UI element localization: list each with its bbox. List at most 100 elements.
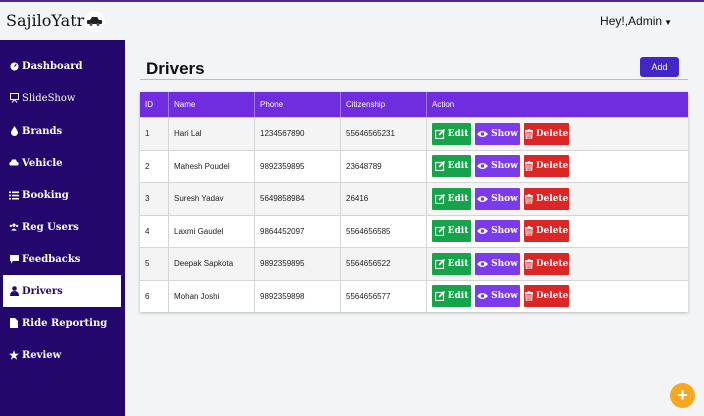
cell-actions: Edit Show Delete — [427, 281, 688, 313]
show-button[interactable]: Show — [475, 285, 520, 308]
cell-actions: Edit Show Delete — [427, 183, 688, 215]
delete-button[interactable]: Delete — [524, 285, 569, 308]
cell-id: 5 — [140, 248, 169, 280]
cell-actions: Edit Show Delete — [427, 118, 688, 150]
edit-button[interactable]: Edit — [432, 285, 471, 308]
trash-icon — [524, 128, 533, 139]
cell-phone: 9892359895 — [255, 150, 341, 182]
sidebar-item-brands[interactable]: Brands — [3, 115, 121, 147]
user-menu[interactable]: Hey!,Admin ▼ — [600, 14, 672, 28]
eye-icon — [477, 195, 489, 203]
cell-citizenship: 5564656585 — [341, 215, 427, 247]
show-button[interactable]: Show — [475, 122, 520, 145]
cell-phone: 9864452097 — [255, 215, 341, 247]
cell-actions: Edit Show Delete — [427, 248, 688, 280]
column-header-citizenship: Citizenship — [341, 92, 427, 117]
column-header-name: Name — [169, 92, 255, 117]
floating-add-button[interactable]: + — [670, 383, 695, 408]
show-label: Show — [491, 291, 518, 302]
edit-label: Edit — [447, 161, 469, 172]
cell-phone: 9892359895 — [255, 248, 341, 280]
car-logo-icon — [84, 11, 105, 32]
car-icon — [9, 159, 19, 167]
show-label: Show — [491, 226, 518, 237]
eye-icon — [477, 227, 489, 235]
sidebar-item-reg-users[interactable]: Reg Users — [3, 211, 121, 243]
edit-icon — [434, 291, 445, 302]
column-header-action: Action — [432, 100, 455, 109]
edit-icon — [434, 193, 445, 204]
edit-button[interactable]: Edit — [432, 220, 471, 243]
cell-citizenship: 5564656577 — [341, 280, 427, 312]
table-row: 6 Mohan Joshi 9892359898 5564656577 Edit Show… — [140, 279, 688, 313]
show-label: Show — [491, 258, 518, 269]
edit-label: Edit — [447, 128, 469, 139]
show-button[interactable]: Show — [475, 252, 520, 275]
delete-button[interactable]: Delete — [524, 252, 569, 275]
sidebar-item-ride-reporting[interactable]: Ride Reporting — [3, 307, 121, 339]
cell-citizenship: 23648789 — [341, 150, 427, 182]
delete-label: Delete — [535, 258, 569, 269]
user-icon — [9, 286, 19, 296]
edit-label: Edit — [447, 193, 469, 204]
drivers-table: ID Name Phone Citizenship Action 1 Hari L… — [140, 92, 688, 312]
comment-icon — [9, 254, 19, 264]
eye-icon — [477, 162, 489, 170]
sidebar-item-label: SlideShow — [22, 92, 76, 104]
delete-button[interactable]: Delete — [524, 122, 569, 145]
show-button[interactable]: Show — [475, 155, 520, 178]
cell-name: Laxmi Gaudel — [169, 215, 255, 247]
sidebar-item-vehicle[interactable]: Vehicle — [3, 147, 121, 179]
cell-actions: Edit Show Delete — [427, 151, 688, 183]
sidebar-item-label: Reg Users — [22, 221, 79, 233]
cell-id: 1 — [140, 118, 169, 150]
sidebar-item-review[interactable]: Review — [3, 339, 121, 371]
table-row: 2 Mahesh Poudel 9892359895 23648789 Edit Show… — [140, 149, 688, 183]
show-button[interactable]: Show — [475, 187, 520, 210]
edit-icon — [434, 161, 445, 172]
eye-icon — [477, 260, 489, 268]
eye-icon — [477, 130, 489, 138]
sidebar-item-drivers[interactable]: Drivers — [3, 275, 121, 307]
sidebar: Dashboard SlideShow Brands Vehicle Booki… — [0, 40, 125, 416]
edit-button[interactable]: Edit — [432, 187, 471, 210]
edit-button[interactable]: Edit — [432, 122, 471, 145]
edit-button[interactable]: Edit — [432, 155, 471, 178]
sidebar-item-label: Feedbacks — [22, 253, 81, 265]
cell-name: Hari Lal — [169, 118, 255, 150]
delete-button[interactable]: Delete — [524, 187, 569, 210]
star-icon — [9, 350, 19, 360]
edit-label: Edit — [447, 226, 469, 237]
title-divider — [140, 79, 688, 80]
trash-icon — [524, 193, 533, 204]
delete-label: Delete — [535, 193, 569, 204]
delete-label: Delete — [535, 226, 569, 237]
sidebar-item-dashboard[interactable]: Dashboard — [3, 50, 121, 82]
cell-citizenship: 5564656522 — [341, 248, 427, 280]
cell-phone: 1234567890 — [255, 118, 341, 150]
dashboard-icon — [9, 61, 19, 71]
list-icon — [9, 191, 19, 200]
delete-button[interactable]: Delete — [524, 220, 569, 243]
sidebar-item-booking[interactable]: Booking — [3, 179, 121, 211]
edit-button[interactable]: Edit — [432, 252, 471, 275]
table-row: 4 Laxmi Gaudel 9864452097 5564656585 Edit Sho… — [140, 214, 688, 247]
cell-id: 4 — [140, 215, 169, 247]
delete-button[interactable]: Delete — [524, 155, 569, 178]
sidebar-item-label: Review — [22, 349, 62, 361]
brand-name[interactable]: SajiloYatra — [6, 11, 94, 30]
trash-icon — [524, 291, 533, 302]
show-button[interactable]: Show — [475, 220, 520, 243]
sidebar-item-label: Booking — [22, 189, 69, 201]
add-button[interactable]: Add — [640, 57, 679, 77]
table-row: 5 Deepak Sapkota 9892359895 5564656522 Edit S… — [140, 247, 688, 280]
table-header: ID Name Phone Citizenship Action — [140, 92, 688, 117]
eye-icon — [477, 292, 489, 300]
cell-id: 6 — [140, 280, 169, 312]
users-icon — [9, 223, 19, 231]
sidebar-item-feedbacks[interactable]: Feedbacks — [3, 243, 121, 275]
column-header-phone: Phone — [255, 92, 341, 117]
file-icon — [9, 318, 19, 328]
delete-label: Delete — [535, 291, 569, 302]
sidebar-item-slideshow[interactable]: SlideShow — [3, 82, 121, 114]
